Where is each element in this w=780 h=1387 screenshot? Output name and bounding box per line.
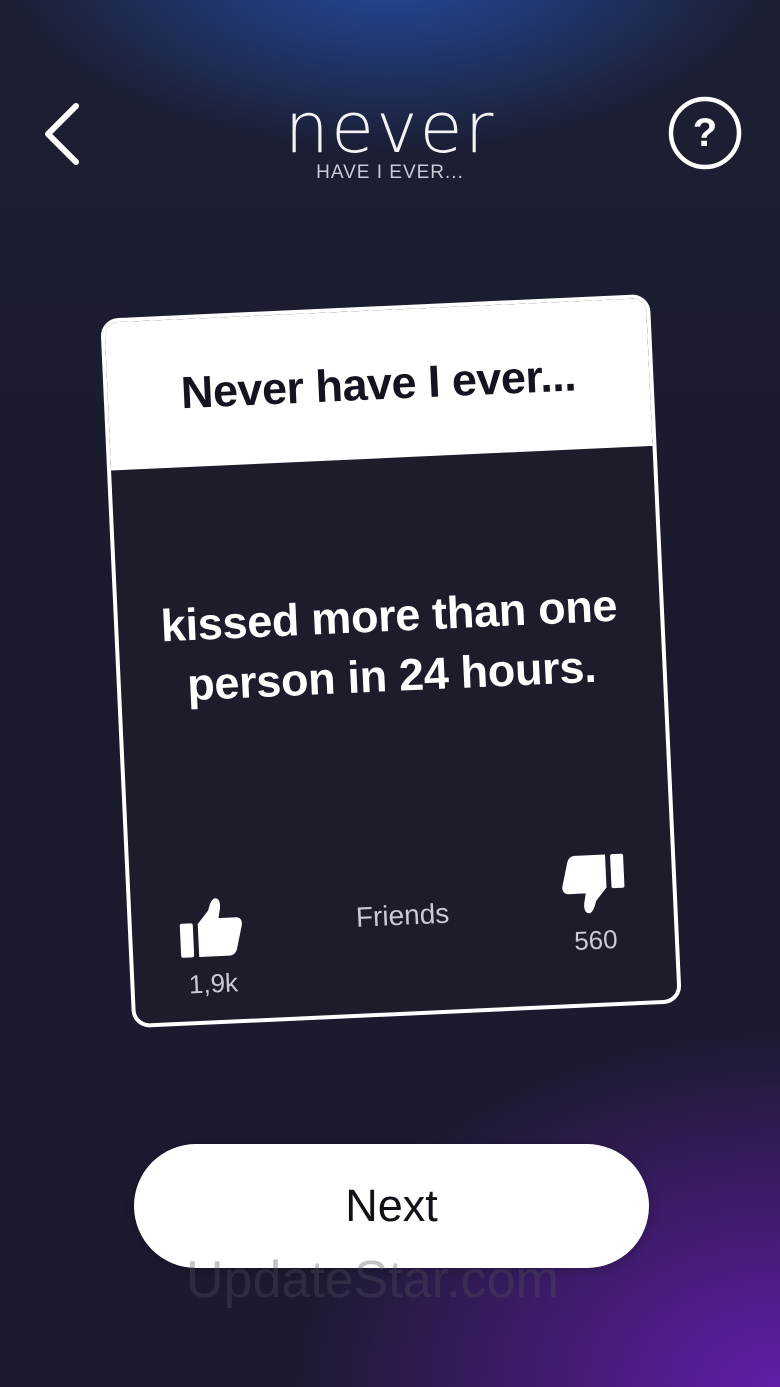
app-logo: never HAVE I EVER... <box>0 88 780 184</box>
question-card[interactable]: Never have I ever... kissed more than on… <box>100 293 682 1029</box>
card-statement: kissed more than one person in 24 hours. <box>159 579 619 711</box>
help-button[interactable]: ? <box>668 96 742 170</box>
question-circle-icon: ? <box>668 96 742 170</box>
dislike-count: 560 <box>573 924 619 956</box>
like-count: 1,9k <box>188 967 239 1000</box>
logo-title: never <box>284 87 496 169</box>
card-title: Never have I ever... <box>179 349 578 419</box>
thumbs-down-icon[interactable] <box>559 852 628 917</box>
svg-text:?: ? <box>693 111 717 155</box>
card-header: Never have I ever... <box>104 298 653 471</box>
dislike-control[interactable]: 560 <box>547 851 642 958</box>
next-button[interactable]: Next <box>134 1144 649 1268</box>
